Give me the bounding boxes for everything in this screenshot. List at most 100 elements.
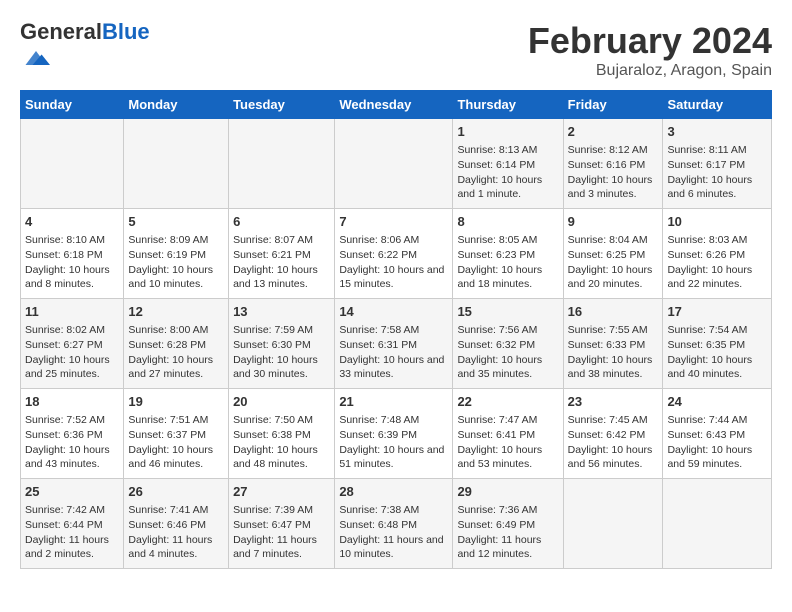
cell-content: Sunrise: 7:58 AM <box>339 323 448 338</box>
cell-content: Sunrise: 7:39 AM <box>233 503 330 518</box>
day-number: 13 <box>233 303 330 321</box>
cell-content: Daylight: 11 hours and 10 minutes. <box>339 533 448 562</box>
calendar-cell: 5Sunrise: 8:09 AMSunset: 6:19 PMDaylight… <box>124 209 229 299</box>
cell-content: Daylight: 10 hours and 33 minutes. <box>339 353 448 382</box>
day-number: 2 <box>568 123 659 141</box>
calendar-cell: 26Sunrise: 7:41 AMSunset: 6:46 PMDayligh… <box>124 479 229 569</box>
cell-content: Sunrise: 8:03 AM <box>667 233 767 248</box>
calendar-cell: 24Sunrise: 7:44 AMSunset: 6:43 PMDayligh… <box>663 389 772 479</box>
calendar-cell: 10Sunrise: 8:03 AMSunset: 6:26 PMDayligh… <box>663 209 772 299</box>
calendar-cell: 14 Sunrise: 7:58 AMSunset: 6:31 PMDayligh… <box>335 299 453 389</box>
cell-content: Sunrise: 8:04 AM <box>568 233 659 248</box>
cell-content: Sunrise: 8:06 AM <box>339 233 448 248</box>
column-header-tuesday: Tuesday <box>229 91 335 119</box>
day-number: 17 <box>667 303 767 321</box>
calendar-cell <box>124 119 229 209</box>
cell-content: Sunset: 6:35 PM <box>667 338 767 353</box>
cell-content: Sunset: 6:43 PM <box>667 428 767 443</box>
cell-content: Daylight: 10 hours and 25 minutes. <box>25 353 119 382</box>
cell-content: Daylight: 10 hours and 59 minutes. <box>667 443 767 472</box>
day-number: 11 <box>25 303 119 321</box>
cell-content: Sunset: 6:22 PM <box>339 248 448 263</box>
cell-content: Daylight: 10 hours and 35 minutes. <box>457 353 558 382</box>
cell-content: Daylight: 11 hours and 12 minutes. <box>457 533 558 562</box>
cell-content: Daylight: 10 hours and 46 minutes. <box>128 443 224 472</box>
cell-content: Sunrise: 7:45 AM <box>568 413 659 428</box>
cell-content: Sunset: 6:25 PM <box>568 248 659 263</box>
cell-content: Sunset: 6:14 PM <box>457 158 558 173</box>
calendar-cell: 6Sunrise: 8:07 AMSunset: 6:21 PMDaylight… <box>229 209 335 299</box>
day-number: 5 <box>128 213 224 231</box>
day-number: 27 <box>233 483 330 501</box>
cell-content: Sunrise: 7:56 AM <box>457 323 558 338</box>
calendar-cell: 25Sunrise: 7:42 AMSunset: 6:44 PMDayligh… <box>21 479 124 569</box>
calendar-cell: 4Sunrise: 8:10 AMSunset: 6:18 PMDaylight… <box>21 209 124 299</box>
cell-content: Sunset: 6:31 PM <box>339 338 448 353</box>
cell-content: Sunset: 6:41 PM <box>457 428 558 443</box>
cell-content: Sunset: 6:23 PM <box>457 248 558 263</box>
cell-content: Sunrise: 7:48 AM <box>339 413 448 428</box>
cell-content: Sunset: 6:19 PM <box>128 248 224 263</box>
cell-content: Sunset: 6:38 PM <box>233 428 330 443</box>
cell-content: Daylight: 10 hours and 8 minutes. <box>25 263 119 292</box>
week-row-5: 25Sunrise: 7:42 AMSunset: 6:44 PMDayligh… <box>21 479 772 569</box>
cell-content: Daylight: 10 hours and 22 minutes. <box>667 263 767 292</box>
cell-content: Sunset: 6:32 PM <box>457 338 558 353</box>
week-row-2: 4Sunrise: 8:10 AMSunset: 6:18 PMDaylight… <box>21 209 772 299</box>
calendar-cell: 12Sunrise: 8:00 AMSunset: 6:28 PMDayligh… <box>124 299 229 389</box>
cell-content: Sunrise: 7:51 AM <box>128 413 224 428</box>
cell-content: Sunrise: 7:59 AM <box>233 323 330 338</box>
column-header-wednesday: Wednesday <box>335 91 453 119</box>
cell-content: Daylight: 10 hours and 48 minutes. <box>233 443 330 472</box>
calendar-table: SundayMondayTuesdayWednesdayThursdayFrid… <box>20 90 772 569</box>
cell-content: Daylight: 10 hours and 27 minutes. <box>128 353 224 382</box>
cell-content: Daylight: 10 hours and 43 minutes. <box>25 443 119 472</box>
calendar-cell: 23Sunrise: 7:45 AMSunset: 6:42 PMDayligh… <box>563 389 663 479</box>
cell-content: Daylight: 10 hours and 20 minutes. <box>568 263 659 292</box>
cell-content: Daylight: 11 hours and 4 minutes. <box>128 533 224 562</box>
calendar-cell <box>663 479 772 569</box>
column-header-thursday: Thursday <box>453 91 563 119</box>
calendar-cell: 17 Sunrise: 7:54 AMSunset: 6:35 PMDayligh… <box>663 299 772 389</box>
column-header-friday: Friday <box>563 91 663 119</box>
calendar-header-row: SundayMondayTuesdayWednesdayThursdayFrid… <box>21 91 772 119</box>
cell-content: Sunrise: 8:12 AM <box>568 143 659 158</box>
week-row-3: 11Sunrise: 8:02 AMSunset: 6:27 PMDayligh… <box>21 299 772 389</box>
calendar-cell: 7Sunrise: 8:06 AMSunset: 6:22 PMDaylight… <box>335 209 453 299</box>
calendar-cell: 21Sunrise: 7:48 AMSunset: 6:39 PMDayligh… <box>335 389 453 479</box>
cell-content: Sunset: 6:44 PM <box>25 518 119 533</box>
cell-content: Sunrise: 8:10 AM <box>25 233 119 248</box>
column-header-saturday: Saturday <box>663 91 772 119</box>
logo-blue: Blue <box>102 19 150 44</box>
calendar-cell <box>335 119 453 209</box>
calendar-cell: 18Sunrise: 7:52 AMSunset: 6:36 PMDayligh… <box>21 389 124 479</box>
cell-content: Daylight: 10 hours and 38 minutes. <box>568 353 659 382</box>
cell-content: Daylight: 10 hours and 40 minutes. <box>667 353 767 382</box>
column-header-sunday: Sunday <box>21 91 124 119</box>
calendar-cell: 19 Sunrise: 7:51 AMSunset: 6:37 PMDayligh… <box>124 389 229 479</box>
day-number: 25 <box>25 483 119 501</box>
calendar-cell: 13Sunrise: 7:59 AMSunset: 6:30 PMDayligh… <box>229 299 335 389</box>
calendar-cell <box>563 479 663 569</box>
cell-content: Daylight: 10 hours and 10 minutes. <box>128 263 224 292</box>
cell-content: Daylight: 10 hours and 6 minutes. <box>667 173 767 202</box>
cell-content: Daylight: 10 hours and 13 minutes. <box>233 263 330 292</box>
cell-content: Sunrise: 8:11 AM <box>667 143 767 158</box>
cell-content: Daylight: 10 hours and 30 minutes. <box>233 353 330 382</box>
cell-content: Sunrise: 7:38 AM <box>339 503 448 518</box>
cell-content: Sunrise: 7:44 AM <box>667 413 767 428</box>
calendar-cell: 3Sunrise: 8:11 AMSunset: 6:17 PMDaylight… <box>663 119 772 209</box>
cell-content: Daylight: 10 hours and 1 minute. <box>457 173 558 202</box>
calendar-cell <box>21 119 124 209</box>
day-number: 3 <box>667 123 767 141</box>
cell-content: Sunset: 6:37 PM <box>128 428 224 443</box>
day-number: 14 <box>339 303 448 321</box>
cell-content: Sunrise: 7:52 AM <box>25 413 119 428</box>
calendar-cell: 1Sunrise: 8:13 AMSunset: 6:14 PMDaylight… <box>453 119 563 209</box>
cell-content: Daylight: 10 hours and 3 minutes. <box>568 173 659 202</box>
day-number: 6 <box>233 213 330 231</box>
cell-content: Sunrise: 7:54 AM <box>667 323 767 338</box>
cell-content: Daylight: 11 hours and 2 minutes. <box>25 533 119 562</box>
cell-content: Daylight: 10 hours and 53 minutes. <box>457 443 558 472</box>
day-number: 19 <box>128 393 224 411</box>
